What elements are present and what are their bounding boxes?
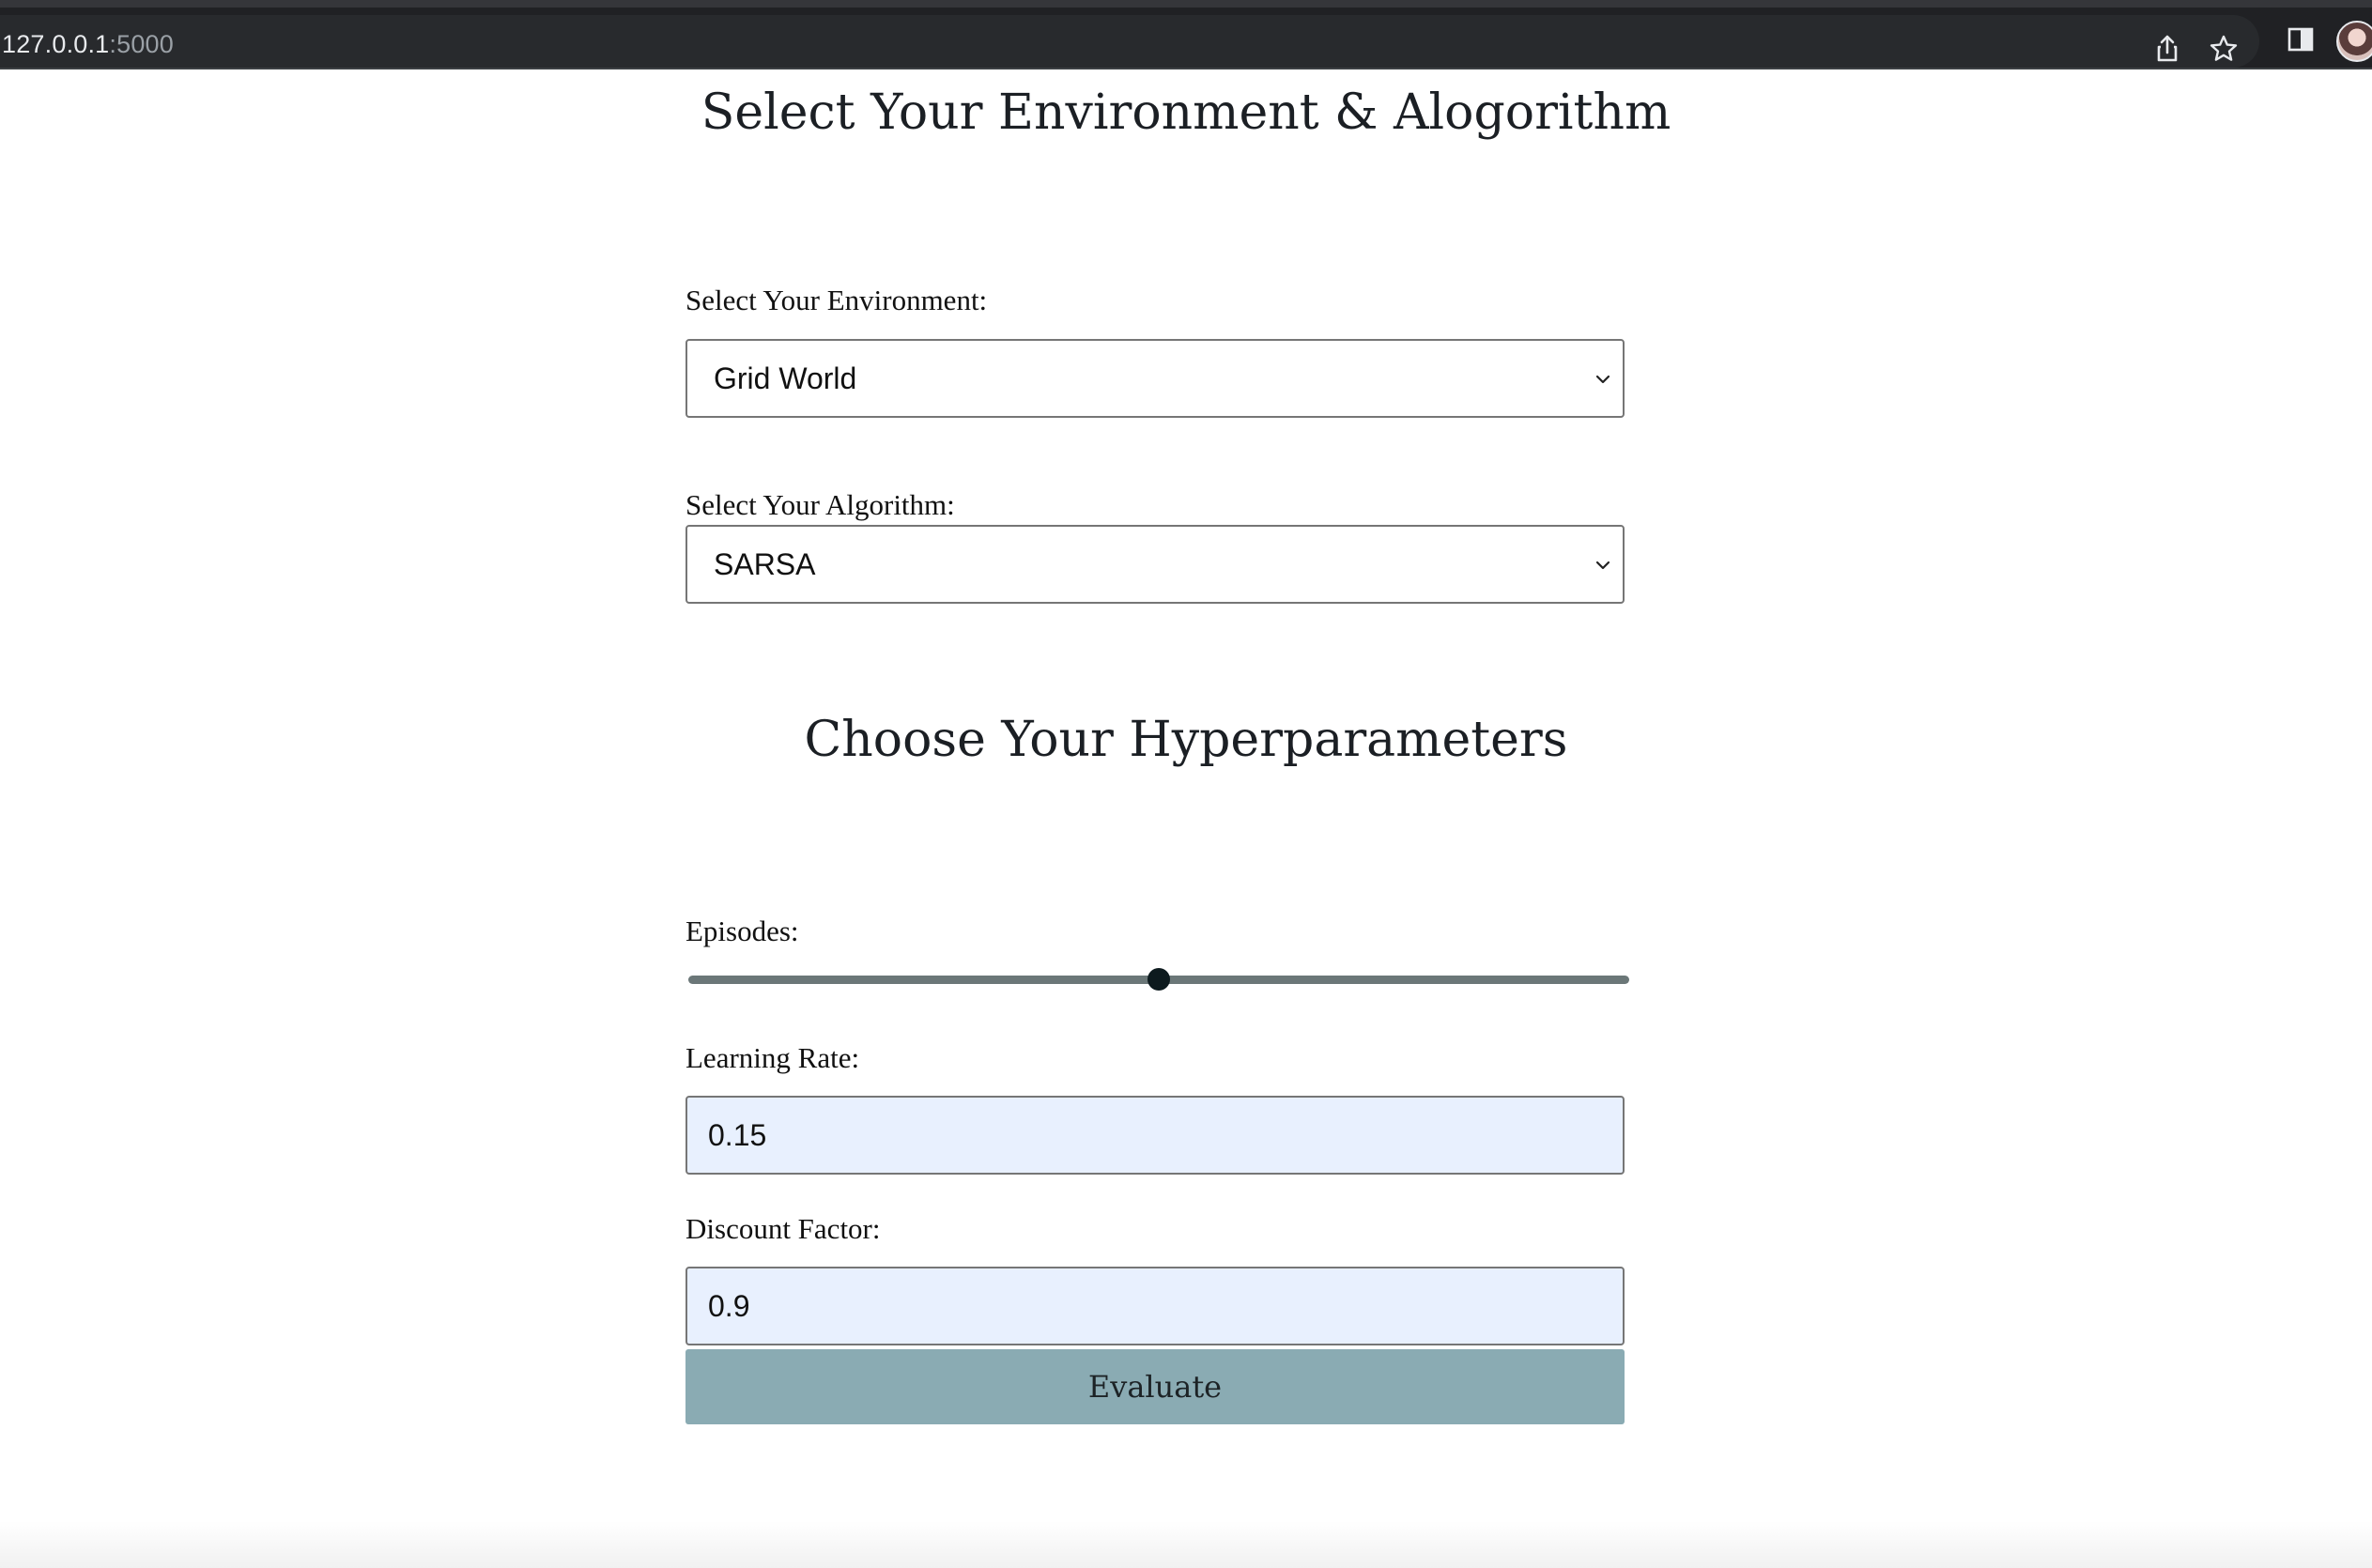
- share-icon[interactable]: [2150, 32, 2184, 66]
- address-bar[interactable]: 127.0.0.1:5000: [0, 15, 2259, 68]
- star-icon[interactable]: [2207, 32, 2241, 66]
- discount-factor-label: Discount Factor:: [685, 1212, 881, 1245]
- browser-toolbar: 127.0.0.1:5000: [0, 0, 2372, 69]
- algorithm-select-value: SARSA: [714, 547, 816, 581]
- page-bottom-edge: [0, 1521, 2372, 1568]
- chevron-down-icon: [1593, 555, 1613, 576]
- side-panel-icon[interactable]: [2284, 23, 2318, 56]
- url-text[interactable]: 127.0.0.1:5000: [2, 30, 174, 59]
- learning-rate-label: Learning Rate:: [685, 1041, 860, 1074]
- environment-select-value: Grid World: [714, 361, 857, 395]
- url-host: 127.0.0.1: [2, 30, 110, 58]
- environment-section-title: Select Your Environment & Alogorithm: [701, 85, 1671, 141]
- environment-select[interactable]: Grid World: [685, 339, 1625, 418]
- url-port: :5000: [109, 30, 174, 58]
- algorithm-label: Select Your Algorithm:: [685, 488, 955, 521]
- chevron-down-icon: [1593, 369, 1613, 390]
- learning-rate-input[interactable]: [685, 1096, 1625, 1175]
- episodes-slider-thumb[interactable]: [1147, 968, 1170, 991]
- episodes-slider[interactable]: [688, 967, 1629, 992]
- discount-factor-input[interactable]: [685, 1267, 1625, 1345]
- evaluate-button[interactable]: Evaluate: [685, 1349, 1625, 1424]
- profile-avatar[interactable]: [2336, 21, 2372, 62]
- algorithm-select[interactable]: SARSA: [685, 525, 1625, 604]
- hyperparameters-section-title: Choose Your Hyperparameters: [804, 712, 1568, 768]
- environment-label: Select Your Environment:: [685, 284, 988, 316]
- episodes-label: Episodes:: [685, 915, 799, 947]
